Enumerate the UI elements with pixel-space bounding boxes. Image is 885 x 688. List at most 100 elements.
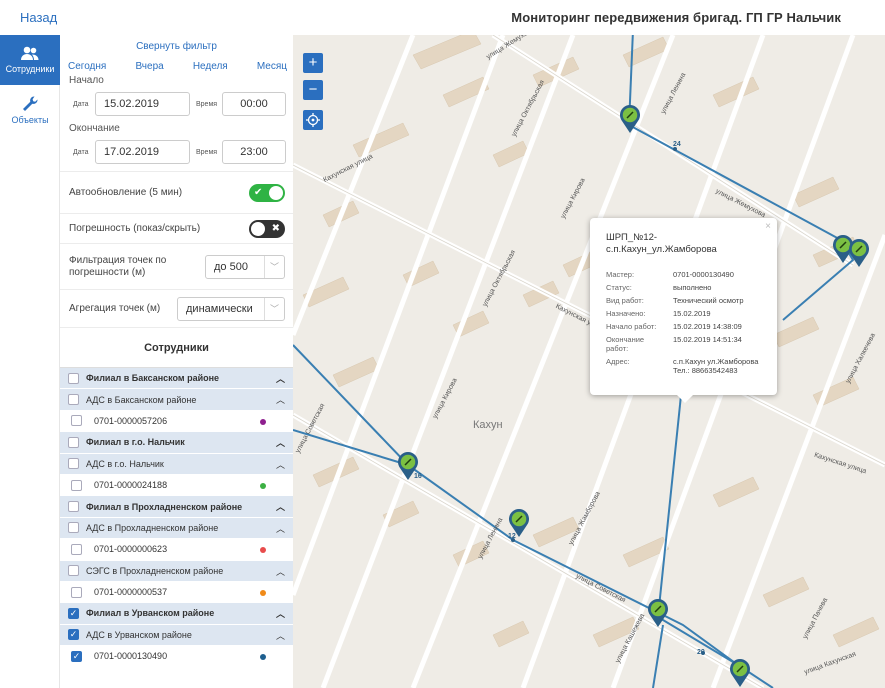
checkbox[interactable] [71,415,82,427]
end-date-field[interactable]: 17.02.2019 [95,140,190,164]
start-label: Начало [69,75,104,86]
locate-button[interactable] [303,110,323,130]
users-icon [21,46,39,60]
employee-row[interactable]: 0701-0000000623 [60,539,293,561]
popup-field-label: Вид работ: [606,296,644,305]
popup-field-value: с.п.Кахун ул.Жамборова Тел.: 88663542483 [673,357,759,375]
color-dot [260,547,266,554]
row-label: АДС в Прохладненском районе [86,522,219,533]
popup-field-label: Окончание работ: [606,335,645,353]
time-label: Время [196,100,218,108]
popup-field-value: Технический осмотр [673,296,744,305]
map[interactable]: улица Жемухова улица Октябрьская улица Л… [293,35,885,688]
color-dot [260,482,266,489]
color-dot [260,589,266,596]
staff-tree: Филиал в Баксанском районе ︿ АДС в Баксанс… [60,367,293,668]
aggregation-select[interactable]: динамически ﹀ [177,296,285,321]
filtering-value: до 500 [214,260,248,273]
rail-item-staff[interactable]: Сотрудники [0,35,60,85]
unit-row[interactable]: АДС в Прохладненском районе ︿ [60,517,293,540]
period-today[interactable]: Сегодня [68,61,106,72]
staff-title: Сотрудники [60,327,293,367]
checkbox[interactable] [68,372,79,384]
start-datetime: Дата 15.02.2019 Время 00:00 [60,89,293,119]
checkbox[interactable] [71,479,82,491]
top-bar: Назад Мониторинг передвижения бригад. ГП… [0,0,885,35]
end-datetime: Дата 17.02.2019 Время 23:00 [60,137,293,167]
checkbox[interactable] [68,394,79,406]
autoupdate-label: Автообновление (5 мин) [69,187,183,198]
branch-row[interactable]: ✓ Филиал в Урванском районе ︿ [60,603,293,625]
popup-field-value: 15.02.2019 [673,309,711,318]
unit-row[interactable]: АДС в Баксанском районе ︿ [60,389,293,411]
period-month[interactable]: Месяц [257,61,287,72]
checkbox[interactable] [68,501,79,513]
aggregation-label: Агрегация точек (м) [69,303,161,314]
branch-row[interactable]: Филиал в г.о. Нальчик ︿ [60,432,293,454]
unit-row[interactable]: ✓ АДС в Урванском районе ︿ [60,624,293,647]
checkbox[interactable]: ✓ [68,629,79,641]
chevron-up-icon[interactable]: ︿ [276,393,285,406]
chevron-up-icon[interactable]: ︿ [276,500,285,513]
period-yesterday[interactable]: Вчера [135,61,163,72]
date-label: Дата [73,148,89,156]
row-label: 0701-0000000623 [94,544,168,555]
chevron-up-icon[interactable]: ︿ [276,458,285,471]
employee-row[interactable]: 0701-0000057206 [60,410,293,433]
error-toggle[interactable]: ✖ [249,219,285,238]
popup-field-value: 15.02.2019 14:38:09 [673,322,742,331]
row-label: Филиал в г.о. Нальчик [86,437,185,448]
checkbox[interactable] [68,436,79,448]
chevron-up-icon[interactable]: ︿ [276,607,285,620]
checkbox[interactable] [71,543,82,555]
collapse-filter-link[interactable]: Свернуть фильтр [60,35,293,57]
aggregation-row: Агрегация точек (м) динамически ﹀ [60,289,293,327]
close-icon[interactable]: × [765,221,771,232]
start-time-field[interactable]: 00:00 [222,92,286,116]
employee-row[interactable]: 0701-0000024188 [60,474,293,497]
rail-item-objects[interactable]: Объекты [0,85,60,135]
checkbox[interactable] [68,522,79,534]
start-date-field[interactable]: 15.02.2019 [95,92,190,116]
row-label: Филиал в Прохладненском районе [86,501,243,512]
zoom-in-button[interactable]: + [303,53,323,73]
filtering-select[interactable]: до 500 ﹀ [205,254,285,279]
branch-row[interactable]: Филиал в Прохладненском районе ︿ [60,496,293,518]
autoupdate-toggle[interactable]: ✔ [249,183,285,202]
checkbox[interactable]: ✓ [68,607,79,619]
chevron-up-icon[interactable]: ︿ [276,436,285,449]
chevron-up-icon[interactable]: ︿ [276,522,285,535]
branch-row[interactable]: Филиал в Баксанском районе ︿ [60,368,293,390]
employee-row[interactable]: 0701-0000000537 [60,581,293,604]
row-label: АДС в Урванском районе [86,629,192,640]
checkbox[interactable] [71,586,82,598]
point-label: 20 [697,649,705,656]
unit-row[interactable]: СЭГС в Прохладненском районе ︿ [60,560,293,582]
chevron-up-icon[interactable]: ︿ [276,629,285,642]
row-label: 0701-0000000537 [94,587,168,598]
crosshair-icon [306,113,320,127]
chevron-up-icon[interactable]: ︿ [276,372,285,385]
unit-row[interactable]: АДС в г.о. Нальчик ︿ [60,453,293,475]
checkbox[interactable]: ✓ [71,650,82,662]
point-label: 24 [673,141,681,148]
row-label: 0701-0000024188 [94,480,168,491]
row-label: Филиал в Урванском районе [86,608,215,619]
filtering-label: Фильтрация точек по погрешности (м) [69,254,167,278]
page-title: Мониторинг передвижения бригад. ГП ГР На… [511,10,841,25]
end-time-field[interactable]: 23:00 [222,140,286,164]
chevron-up-icon[interactable]: ︿ [276,565,285,578]
zoom-out-button[interactable]: − [303,80,323,100]
popup-field-label: Статус: [606,283,632,292]
checkbox[interactable] [68,458,79,470]
row-label: 0701-0000130490 [94,651,168,662]
back-link[interactable]: Назад [20,10,57,25]
chevron-down-icon: ﹀ [264,297,284,320]
error-label: Погрешность (показ/скрыть) [69,223,201,234]
aggregation-value: динамически [186,302,253,315]
popup-field-label: Назначено: [606,309,646,318]
period-week[interactable]: Неделя [193,61,228,72]
town-label: Кахун [473,419,503,431]
checkbox[interactable] [68,565,79,577]
employee-row[interactable]: ✓ 0701-0000130490 [60,646,293,668]
